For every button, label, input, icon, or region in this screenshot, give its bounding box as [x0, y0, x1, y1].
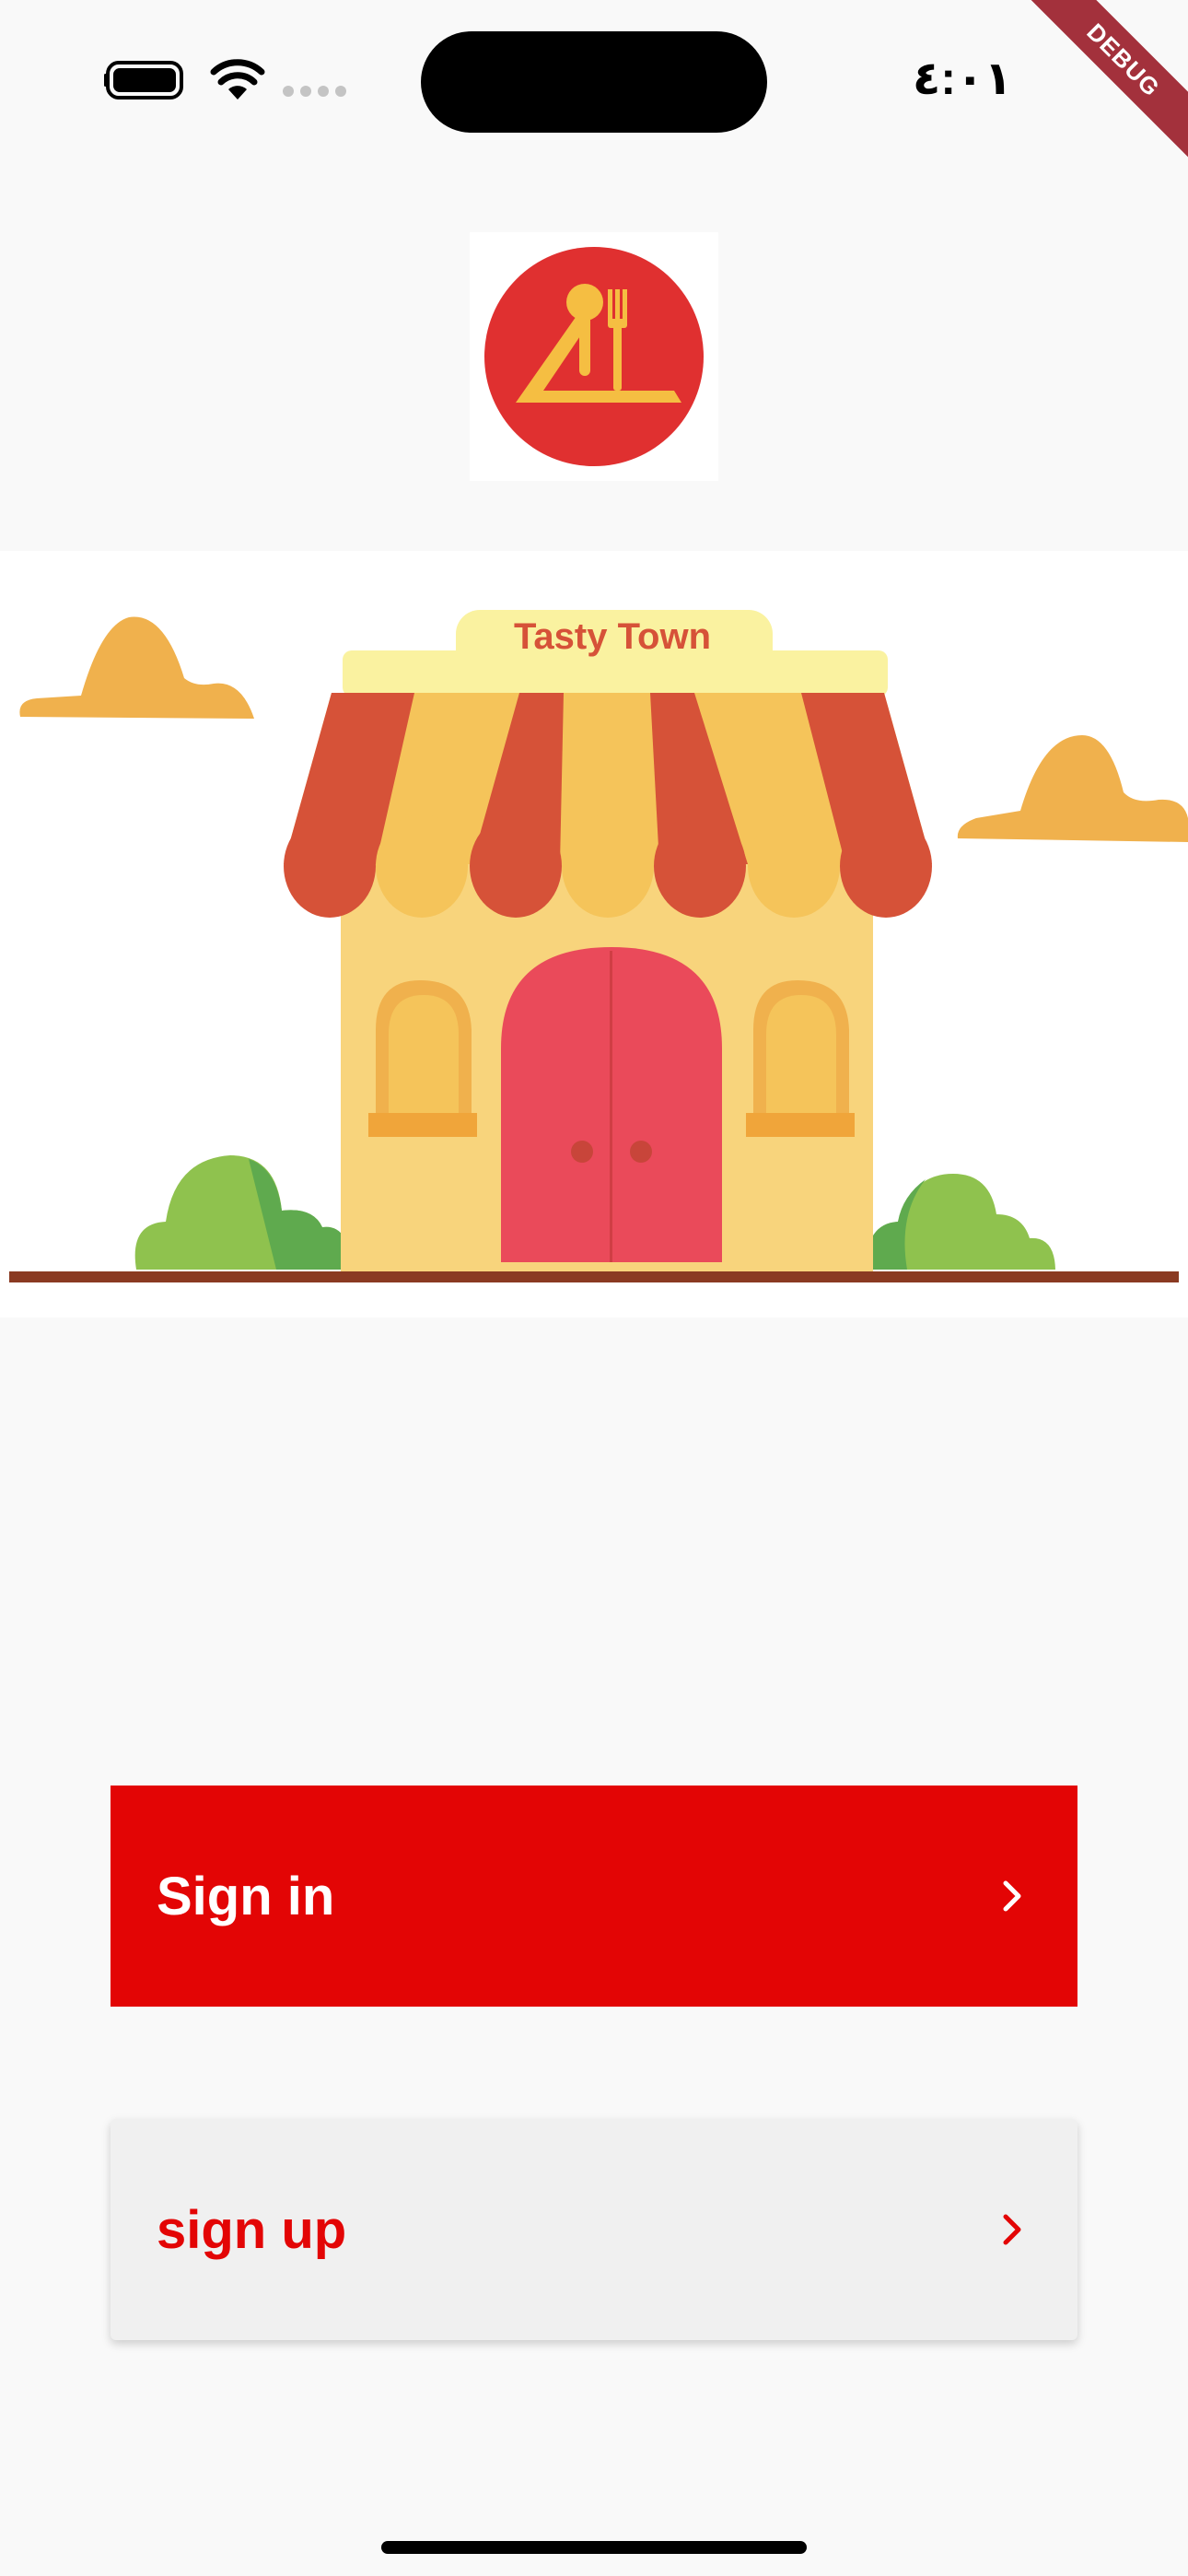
app-logo	[470, 232, 718, 481]
home-indicator[interactable]	[381, 2541, 807, 2554]
status-bar: ٤:٠١ DEBUG	[0, 0, 1188, 181]
shop-illustration: Tasty Town	[0, 551, 1188, 1317]
cutlery-logo-icon	[484, 247, 704, 466]
sign-up-label: sign up	[157, 2199, 347, 2260]
shop-sign: Tasty Town	[514, 616, 711, 657]
status-time: ٤:٠١	[912, 53, 1013, 104]
cellular-signal-icon	[283, 86, 346, 97]
chevron-right-icon	[1003, 1880, 1021, 1912]
wifi-icon	[210, 59, 265, 100]
sign-up-button[interactable]: sign up	[111, 2119, 1077, 2340]
cloud-right	[957, 735, 1188, 842]
battery-icon	[104, 61, 183, 100]
dynamic-island	[421, 31, 767, 133]
chevron-right-icon	[1003, 2214, 1021, 2245]
sign-in-button[interactable]: Sign in	[111, 1786, 1077, 2007]
sign-in-label: Sign in	[157, 1866, 335, 1926]
cloud-left	[19, 616, 255, 719]
